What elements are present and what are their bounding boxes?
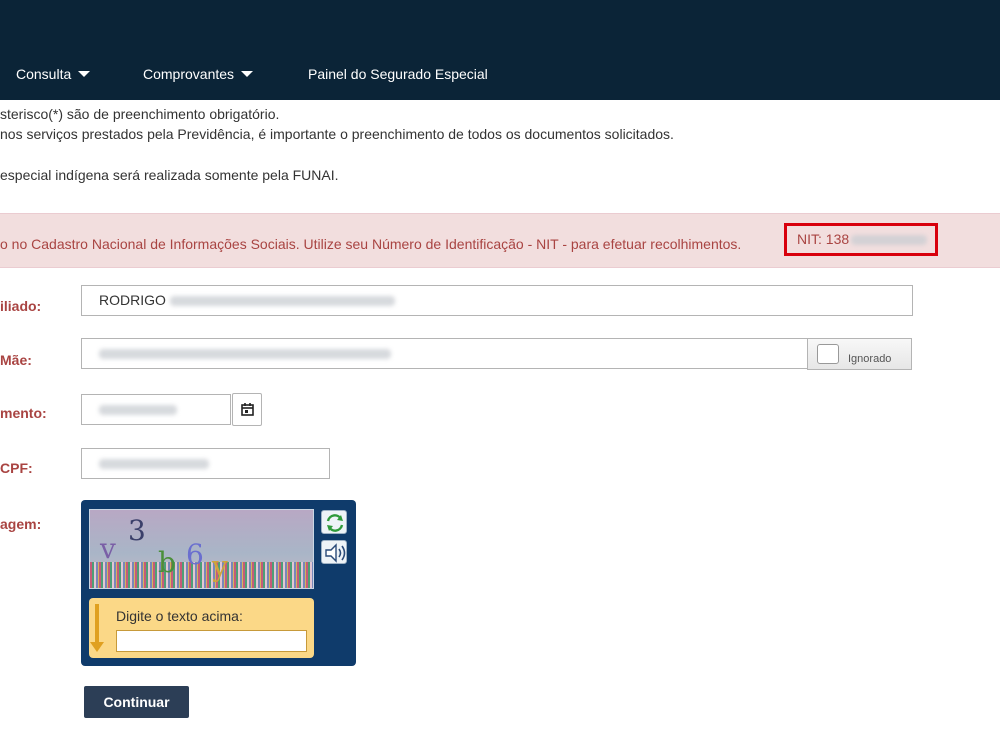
alert-message: o no Cadastro Nacional de Informações So… <box>0 236 742 252</box>
redacted-mother-name <box>99 349 391 360</box>
top-navbar: Consulta Comprovantes Painel do Segurado… <box>0 0 1000 100</box>
arrow-down-icon <box>90 604 105 652</box>
captcha-char: 3 <box>128 514 146 547</box>
ignored-checkbox[interactable] <box>817 344 839 364</box>
funai-note: especial indígena será realizada somente… <box>0 167 339 183</box>
captcha-answer-panel: Digite o texto acima: <box>89 598 314 658</box>
captcha-char: y <box>212 550 228 583</box>
birth-date-input[interactable] <box>81 394 231 425</box>
birth-date-label: mento: <box>0 405 47 421</box>
captcha-char: 6 <box>186 538 204 571</box>
redacted-name <box>169 296 395 307</box>
caret-down-icon <box>241 71 254 77</box>
redacted-nit <box>851 235 928 246</box>
captcha-prompt: Digite o texto acima: <box>116 608 243 624</box>
audio-captcha-button[interactable] <box>321 540 347 564</box>
documents-note: nos serviços prestados pela Previdência,… <box>0 126 674 142</box>
captcha-input[interactable] <box>116 630 307 652</box>
calendar-button[interactable] <box>232 393 262 426</box>
nav-comprovantes[interactable]: Comprovantes <box>143 66 254 82</box>
calendar-icon <box>241 403 254 416</box>
cnis-alert: o no Cadastro Nacional de Informações So… <box>0 213 1000 268</box>
nit-value: NIT: 138 <box>797 231 928 247</box>
refresh-captcha-icon <box>326 514 344 532</box>
nit-label: NIT: 138 <box>797 231 850 247</box>
nav-consulta[interactable]: Consulta <box>16 66 91 82</box>
redacted-birth-date <box>99 405 177 416</box>
name-label: iliado: <box>0 298 42 314</box>
continue-button[interactable]: Continuar <box>84 686 189 718</box>
required-fields-note: sterisco(*) são de preenchimento obrigat… <box>0 106 280 122</box>
cpf-label: CPF: <box>0 460 33 476</box>
name-input[interactable]: RODRIGO <box>81 285 913 316</box>
captcha-char: v <box>100 532 116 565</box>
nav-consulta-label: Consulta <box>16 66 72 82</box>
mother-name-input[interactable] <box>81 338 808 369</box>
captcha-label: agem: <box>0 516 42 532</box>
audio-captcha-icon <box>325 543 346 563</box>
caret-down-icon <box>78 71 91 77</box>
refresh-captcha-button[interactable] <box>321 510 347 534</box>
nav-painel-label: Painel do Segurado Especial <box>308 66 488 82</box>
nav-painel-segurado[interactable]: Painel do Segurado Especial <box>308 66 488 82</box>
name-value: RODRIGO <box>99 292 166 308</box>
cpf-input[interactable] <box>81 448 330 479</box>
mother-name-label: Mãe: <box>0 352 32 368</box>
nit-highlight-box: NIT: 138 <box>784 223 938 256</box>
redacted-cpf <box>99 459 209 470</box>
captcha-image: v 3 b 6 y <box>89 509 314 589</box>
ignored-label: Ignorado <box>848 353 892 365</box>
captcha-char: b <box>158 546 176 579</box>
nav-comprovantes-label: Comprovantes <box>143 66 235 82</box>
mother-ignored-option[interactable]: Ignorado <box>807 338 912 370</box>
captcha-widget: v 3 b 6 y Digite o texto acima: <box>81 500 356 666</box>
